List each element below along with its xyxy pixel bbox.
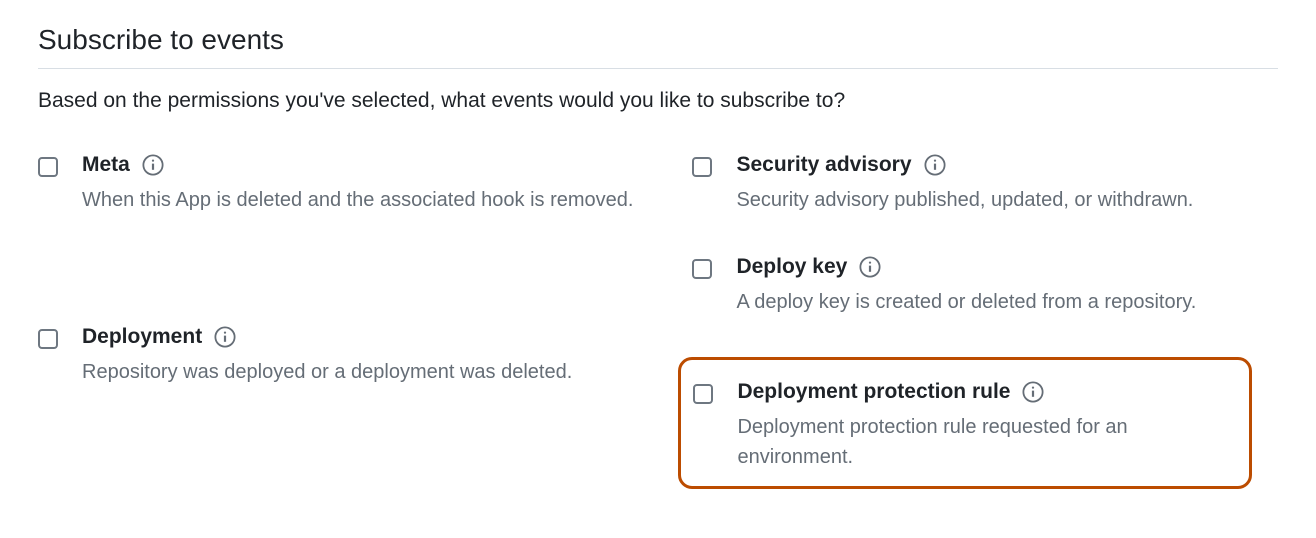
event-deploy-key: Deploy key A deploy key is created or de…: [692, 255, 1252, 317]
event-desc: Repository was deployed or a deployment …: [82, 357, 688, 387]
checkbox-deployment-protection-rule[interactable]: [693, 384, 713, 404]
info-icon[interactable]: [142, 154, 164, 176]
event-title: Meta: [82, 153, 130, 177]
checkbox-meta[interactable]: [38, 157, 58, 177]
event-desc: Deployment protection rule requested for…: [737, 412, 1237, 472]
checkbox-deploy-key[interactable]: [692, 259, 712, 279]
event-title: Security advisory: [736, 153, 911, 177]
event-deployment-protection-rule: Deployment protection rule Deployment pr…: [678, 357, 1252, 489]
subscribe-events-section: Subscribe to events Based on the permiss…: [0, 0, 1316, 509]
events-column-left: Meta When this App is deleted and the as…: [38, 153, 688, 387]
info-icon[interactable]: [924, 154, 946, 176]
event-title: Deploy key: [736, 255, 847, 279]
event-title-row: Meta: [82, 153, 688, 177]
event-title-row: Security advisory: [736, 153, 1252, 177]
event-title-row: Deploy key: [736, 255, 1252, 279]
info-icon[interactable]: [1022, 381, 1044, 403]
section-subtext: Based on the permissions you've selected…: [38, 89, 1278, 113]
event-content: Meta When this App is deleted and the as…: [82, 153, 688, 215]
section-heading: Subscribe to events: [38, 24, 1278, 69]
event-deployment: Deployment Repository was deployed or a …: [38, 325, 688, 387]
event-content: Deployment protection rule Deployment pr…: [737, 380, 1237, 472]
event-title: Deployment: [82, 325, 202, 349]
checkbox-deployment[interactable]: [38, 329, 58, 349]
event-title-row: Deployment: [82, 325, 688, 349]
event-title: Deployment protection rule: [737, 380, 1010, 404]
event-desc: A deploy key is created or deleted from …: [736, 287, 1252, 317]
event-security-advisory: Security advisory Security advisory publ…: [692, 153, 1252, 215]
events-column-right: Security advisory Security advisory publ…: [692, 153, 1252, 489]
event-title-row: Deployment protection rule: [737, 380, 1237, 404]
event-content: Security advisory Security advisory publ…: [736, 153, 1252, 215]
checkbox-security-advisory[interactable]: [692, 157, 712, 177]
event-content: Deployment Repository was deployed or a …: [82, 325, 688, 387]
event-meta: Meta When this App is deleted and the as…: [38, 153, 688, 215]
event-content: Deploy key A deploy key is created or de…: [736, 255, 1252, 317]
info-icon[interactable]: [859, 256, 881, 278]
event-desc: When this App is deleted and the associa…: [82, 185, 688, 215]
event-desc: Security advisory published, updated, or…: [736, 185, 1252, 215]
info-icon[interactable]: [214, 326, 236, 348]
events-grid: Meta When this App is deleted and the as…: [38, 153, 1278, 489]
